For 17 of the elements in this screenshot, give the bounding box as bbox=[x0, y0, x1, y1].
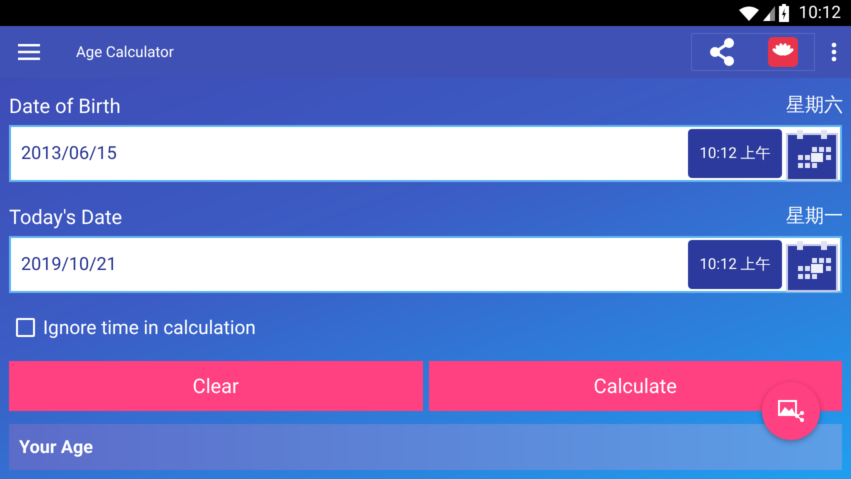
flower-logo-icon bbox=[768, 37, 798, 67]
app-title: Age Calculator bbox=[76, 43, 175, 61]
wifi-icon bbox=[738, 6, 759, 20]
field-label: Today's Date bbox=[9, 205, 122, 229]
weekday-label: 星期一 bbox=[786, 203, 843, 229]
signal-icon bbox=[762, 6, 775, 20]
share-icon bbox=[708, 37, 736, 67]
battery-icon bbox=[778, 4, 789, 22]
menu-icon[interactable] bbox=[18, 44, 40, 60]
field-label: Date of Birth bbox=[9, 94, 121, 118]
more-options-icon[interactable] bbox=[831, 42, 837, 62]
weekday-label: 星期六 bbox=[786, 92, 843, 118]
result-title: Your Age bbox=[19, 436, 93, 458]
status-time: 10:12 bbox=[798, 3, 841, 23]
ignore-time-checkbox[interactable] bbox=[16, 318, 35, 336]
checkbox-label: Ignore time in calculation bbox=[43, 316, 256, 338]
image-share-icon bbox=[778, 400, 804, 422]
